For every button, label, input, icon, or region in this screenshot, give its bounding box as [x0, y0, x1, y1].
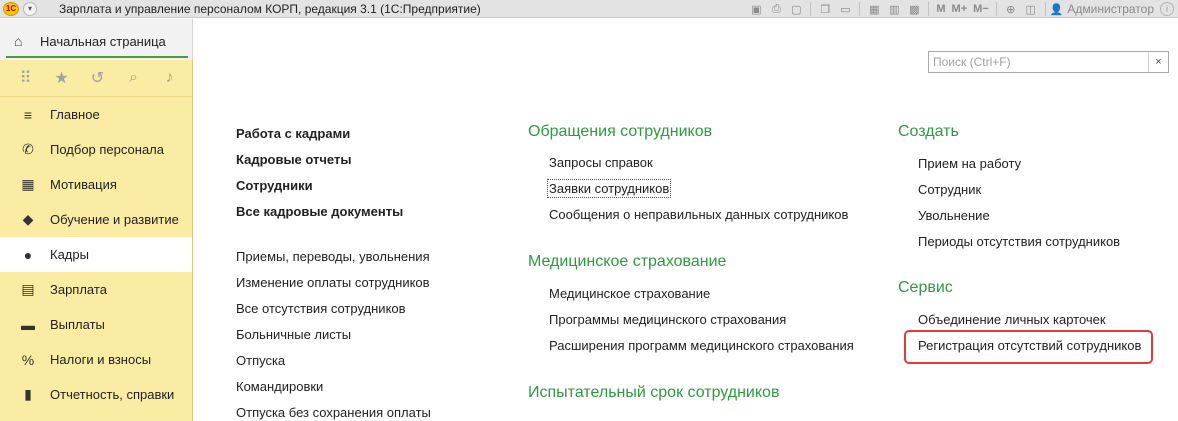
- search-input[interactable]: [929, 52, 1148, 72]
- link-wrong-data-messages[interactable]: Сообщения о неправильных данных сотрудни…: [549, 207, 848, 222]
- sidebar-quick-actions: ⠿ ★ ↺ ⌕ ♪: [0, 60, 192, 97]
- sidebar-item-label: Налоги и взносы: [50, 352, 152, 367]
- save-icon[interactable]: ▣: [748, 2, 764, 16]
- graduation-cap-icon: ◆: [22, 211, 34, 227]
- link-medical-insurance[interactable]: Медицинское страхование: [549, 286, 710, 301]
- section-title-probation: Испытательный срок сотрудников: [528, 384, 780, 401]
- app-logo[interactable]: 1С: [3, 1, 19, 16]
- link-create-hire[interactable]: Прием на работу: [918, 156, 1021, 171]
- search-icon[interactable]: ⌕: [120, 68, 147, 88]
- sidebar-item-label: Главное: [50, 107, 100, 122]
- link-all-absences[interactable]: Все отсутствия сотрудников: [236, 301, 406, 316]
- zoom-icon[interactable]: ⊕: [1003, 2, 1019, 16]
- sidebar-item-taxes[interactable]: % Налоги и взносы: [0, 342, 192, 377]
- memory-button-m-plus[interactable]: M+: [952, 3, 968, 15]
- memory-button-m-minus[interactable]: M−: [973, 3, 989, 15]
- copy-icon[interactable]: ❐: [817, 2, 833, 16]
- panel-icon[interactable]: ◫: [1023, 2, 1039, 16]
- link-create-dismissal[interactable]: Увольнение: [918, 208, 990, 223]
- tab-home[interactable]: ⌂ Начальная страница: [6, 30, 188, 58]
- sidebar-item-recruiting[interactable]: ✆ Подбор персонала: [0, 132, 192, 167]
- paste-icon[interactable]: ▭: [837, 2, 853, 16]
- ledger-icon: ▤: [21, 281, 35, 297]
- link-employees[interactable]: Сотрудники: [236, 178, 313, 193]
- memory-button-m[interactable]: M: [936, 3, 945, 15]
- sidebar-item-salary[interactable]: ▤ Зарплата: [0, 272, 192, 307]
- home-icon: ⌂: [14, 33, 23, 49]
- bell-icon[interactable]: ♪: [156, 68, 183, 88]
- sidebar-item-label: Обучение и развитие: [50, 212, 179, 227]
- sidebar-item-motivation[interactable]: ▦ Мотивация: [0, 167, 192, 202]
- link-merge-personal-cards[interactable]: Объединение личных карточек: [918, 312, 1106, 327]
- link-business-trips[interactable]: Командировки: [236, 379, 323, 394]
- sidebar-item-label: Подбор персонала: [50, 142, 164, 157]
- sidebar: ⠿ ★ ↺ ⌕ ♪ ≡ Главное ✆ Подбор персонала ▦…: [0, 60, 193, 421]
- apps-icon[interactable]: ⠿: [12, 68, 39, 88]
- sidebar-item-label: Мотивация: [50, 177, 117, 192]
- star-icon[interactable]: ★: [48, 68, 75, 88]
- main-menu-button[interactable]: ▾: [23, 1, 37, 16]
- print-icon[interactable]: ⎙: [768, 2, 784, 16]
- section-title-employee-requests: Обращения сотрудников: [528, 123, 713, 140]
- user-name[interactable]: Администратор: [1067, 2, 1154, 16]
- clear-search-button[interactable]: ×: [1148, 52, 1168, 72]
- toolbar-separator: [928, 2, 930, 16]
- main-content: × Работа с кадрами Кадровые отчеты Сотру…: [193, 19, 1178, 421]
- sidebar-item-main[interactable]: ≡ Главное: [0, 97, 192, 132]
- tab-home-label: Начальная страница: [40, 34, 166, 49]
- link-all-hr-documents[interactable]: Все кадровые документы: [236, 204, 403, 219]
- history-icon[interactable]: ↺: [84, 68, 111, 88]
- window-title: Зарплата и управление персоналом КОРП, р…: [59, 1, 481, 16]
- link-hires-transfers[interactable]: Приемы, переводы, увольнения: [236, 249, 430, 264]
- section-title-medical-insurance: Медицинское страхование: [528, 253, 727, 270]
- toolbar-separator: [995, 2, 997, 16]
- percent-icon: %: [21, 351, 35, 368]
- section-title-create: Создать: [898, 123, 959, 140]
- gift-icon: ▦: [21, 176, 35, 192]
- section-title-service: Сервис: [898, 279, 953, 296]
- home-tab-bar: ⌂ Начальная страница: [0, 19, 193, 60]
- sidebar-item-label: Отчетность, справки: [50, 387, 175, 402]
- link-hr-work[interactable]: Работа с кадрами: [236, 126, 350, 141]
- sidebar-item-label: Выплаты: [50, 317, 105, 332]
- calendar-icon[interactable]: ▥: [886, 2, 902, 16]
- link-vacations[interactable]: Отпуска: [236, 353, 285, 368]
- search-box: ×: [928, 51, 1169, 73]
- link-create-employee[interactable]: Сотрудник: [918, 182, 981, 197]
- sidebar-item-payments[interactable]: ▬ Выплаты: [0, 307, 192, 342]
- toolbar-separator: [810, 2, 812, 16]
- menu-lines-icon: ≡: [23, 106, 33, 123]
- link-create-absence-periods[interactable]: Периоды отсутствия сотрудников: [918, 234, 1120, 249]
- sidebar-item-hr[interactable]: ● Кадры: [0, 237, 192, 272]
- sidebar-item-label: Кадры: [50, 247, 89, 262]
- toolbar-separator: [1044, 2, 1046, 16]
- people-icon: ●: [23, 246, 33, 263]
- sidebar-item-reports[interactable]: ▮ Отчетность, справки: [0, 377, 192, 412]
- highlight-box: [904, 330, 1153, 364]
- user-icon: 👤: [1049, 3, 1064, 16]
- calculator-icon[interactable]: ▩: [906, 2, 922, 16]
- title-toolbar: ▣ ⎙ ▢ ❐ ▭ ▦ ▥ ▩ M M+ M− ⊕ ◫ 👤 Администра…: [746, 0, 1178, 18]
- link-insurance-programs[interactable]: Программы медицинского страхования: [549, 312, 786, 327]
- link-sick-leaves[interactable]: Больничные листы: [236, 327, 351, 342]
- sidebar-item-training[interactable]: ◆ Обучение и развитие: [0, 202, 192, 237]
- link-pay-changes[interactable]: Изменение оплаты сотрудников: [236, 275, 430, 290]
- link-unpaid-leave[interactable]: Отпуска без сохранения оплаты: [236, 405, 431, 420]
- chart-icon: ▮: [24, 386, 32, 402]
- title-bar: 1С ▾ Зарплата и управление персоналом КО…: [0, 0, 1178, 18]
- table-icon[interactable]: ▦: [866, 2, 882, 16]
- preview-icon[interactable]: ▢: [788, 2, 804, 16]
- link-employee-applications[interactable]: Заявки сотрудников: [546, 179, 672, 198]
- info-icon[interactable]: i: [1160, 2, 1174, 16]
- link-insurance-extensions[interactable]: Расширения программ медицинского страхов…: [549, 338, 854, 353]
- link-certificate-requests[interactable]: Запросы справок: [549, 155, 653, 170]
- phone-icon: ✆: [22, 141, 34, 157]
- toolbar-separator: [859, 2, 861, 16]
- link-hr-reports[interactable]: Кадровые отчеты: [236, 152, 351, 167]
- sidebar-item-label: Зарплата: [50, 282, 107, 297]
- wallet-icon: ▬: [21, 316, 35, 333]
